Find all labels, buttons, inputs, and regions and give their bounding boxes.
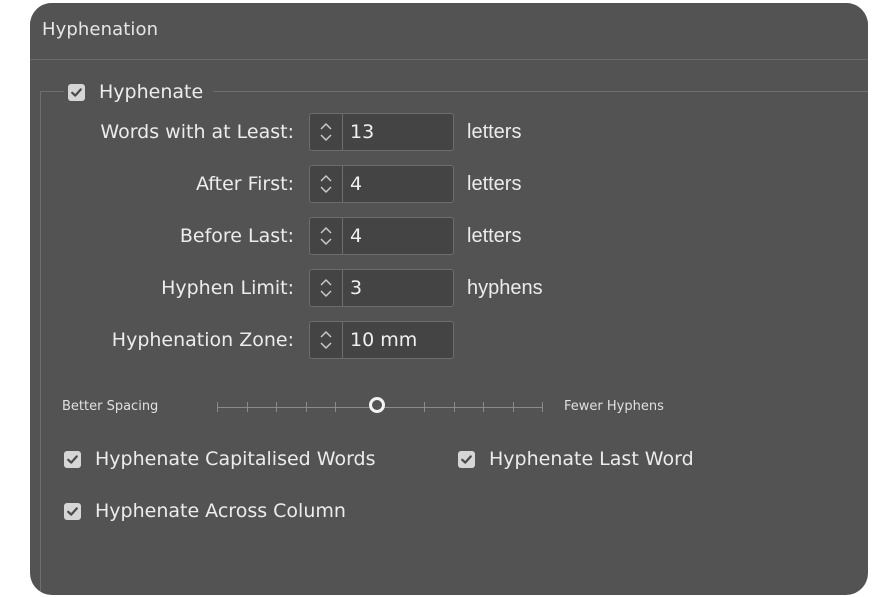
after-first-unit: letters	[467, 172, 522, 195]
slider-tick	[513, 402, 514, 412]
after-first-input[interactable]	[343, 165, 454, 203]
slider-tick	[306, 402, 307, 412]
after-first-label: After First:	[195, 173, 294, 195]
slider-tick	[276, 402, 277, 412]
slider-tick	[247, 402, 248, 412]
before-last-unit: letters	[467, 224, 522, 247]
hyphenate-last-word-checkbox[interactable]	[458, 450, 475, 468]
hyphenate-across-column-option[interactable]: Hyphenate Across Column	[64, 496, 346, 526]
hyphenation-panel: Hyphenation Hyphenate Words with at Leas…	[30, 3, 868, 595]
before-last-row: Before Last: letters	[30, 216, 868, 256]
panel-title: Hyphenation	[42, 19, 159, 40]
checkmark-icon	[71, 87, 82, 97]
hyphenation-zone-row: Hyphenation Zone:	[30, 320, 868, 360]
slider-tick	[217, 402, 218, 412]
words-with-at-least-stepper[interactable]	[309, 113, 343, 151]
words-with-at-least-row: Words with at Least: letters	[30, 112, 868, 152]
hyphenate-last-word-label: Hyphenate Last Word	[489, 448, 694, 470]
up-down-chevron-icon	[320, 331, 332, 349]
up-down-chevron-icon	[320, 123, 332, 141]
hyphenation-zone-label: Hyphenation Zone:	[111, 329, 294, 351]
slider-thumb[interactable]	[369, 397, 385, 413]
slider-tick	[454, 402, 455, 412]
slider-tick	[335, 402, 336, 412]
up-down-chevron-icon	[320, 279, 332, 297]
checkmark-icon	[67, 454, 78, 464]
up-down-chevron-icon	[320, 175, 332, 193]
hyphenate-checkbox[interactable]	[68, 83, 85, 101]
words-with-at-least-input[interactable]	[343, 113, 454, 151]
hyphenate-across-column-label: Hyphenate Across Column	[95, 500, 346, 522]
after-first-row: After First: letters	[30, 164, 868, 204]
hyphenation-zone-stepper[interactable]	[309, 321, 343, 359]
fewer-hyphens-label: Fewer Hyphens	[564, 399, 664, 414]
checkmark-icon	[67, 506, 78, 516]
before-last-stepper[interactable]	[309, 217, 343, 255]
hyphenate-checkbox-row[interactable]: Hyphenate	[64, 79, 214, 105]
hyphenate-capitalised-checkbox[interactable]	[64, 450, 81, 468]
hyphen-limit-unit: hyphens	[467, 276, 543, 299]
hyphenate-across-column-checkbox[interactable]	[64, 502, 81, 520]
slider-tick	[542, 402, 543, 412]
better-spacing-label: Better Spacing	[62, 399, 159, 414]
hyphen-limit-label: Hyphen Limit:	[161, 277, 294, 299]
slider-tick	[424, 402, 425, 412]
words-with-at-least-label: Words with at Least:	[100, 121, 294, 143]
panel-title-bar: Hyphenation	[30, 3, 868, 60]
hyphen-limit-input[interactable]	[343, 269, 454, 307]
hyphenate-capitalised-label: Hyphenate Capitalised Words	[95, 448, 376, 470]
hyphenate-last-word-option[interactable]: Hyphenate Last Word	[458, 444, 694, 474]
hyphen-limit-stepper[interactable]	[309, 269, 343, 307]
checkmark-icon	[461, 454, 472, 464]
hyphenate-capitalised-option[interactable]: Hyphenate Capitalised Words	[64, 444, 376, 474]
words-with-at-least-unit: letters	[467, 120, 522, 143]
slider-tick	[483, 402, 484, 412]
after-first-stepper[interactable]	[309, 165, 343, 203]
before-last-input[interactable]	[343, 217, 454, 255]
hyphenation-zone-input[interactable]	[343, 321, 454, 359]
hyphenate-label: Hyphenate	[99, 81, 204, 103]
up-down-chevron-icon	[320, 227, 332, 245]
before-last-label: Before Last:	[179, 225, 294, 247]
spacing-hyphens-slider-row: Better Spacing Fewer Hyphens	[30, 393, 868, 423]
hyphen-limit-row: Hyphen Limit: hyphens	[30, 268, 868, 308]
